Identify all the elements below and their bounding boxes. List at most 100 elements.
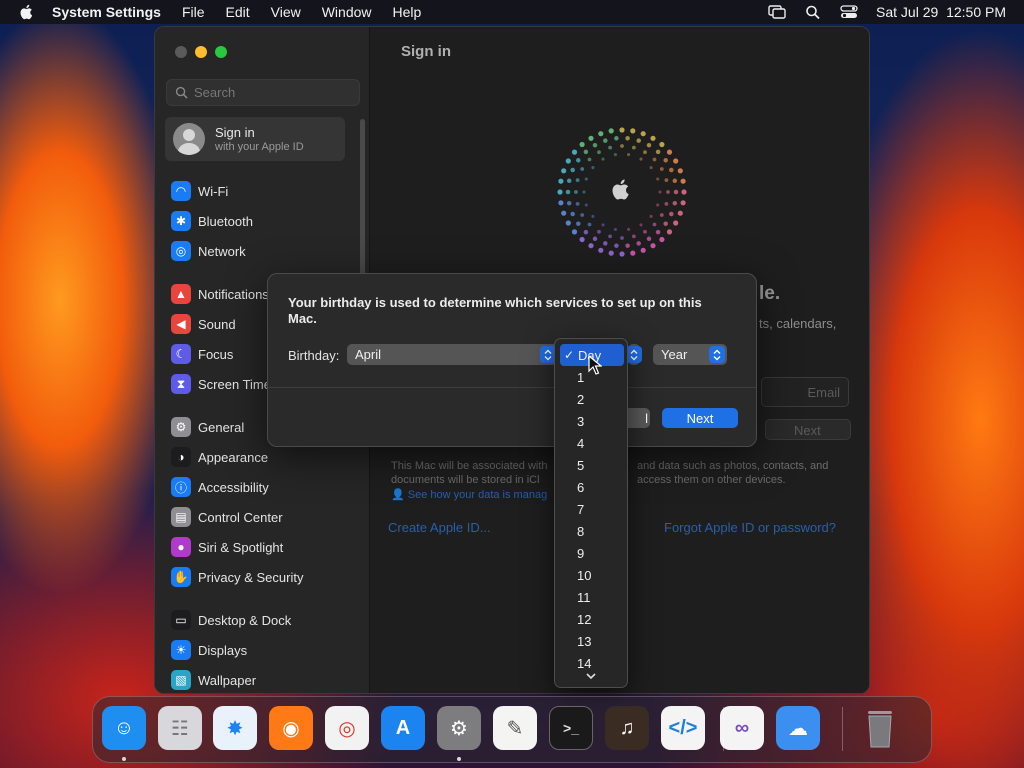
day-option[interactable]: 7 [560,498,624,520]
day-option[interactable]: 2 [560,388,624,410]
sidebar-item-control-center[interactable]: ▤ Control Center [171,506,283,528]
sidebar-item-screen-time[interactable]: ⧗ Screen Time [171,373,271,395]
dot [659,141,665,148]
zoom-window-button[interactable] [215,46,227,58]
control-center-icon[interactable] [840,4,858,20]
dot [646,142,652,148]
chevron-updown-icon [709,346,725,363]
sidebar-item-notifications[interactable]: ▲ Notifications [171,283,269,305]
sidebar-item-general[interactable]: ⚙ General [171,416,244,438]
dock-firefox-icon[interactable]: ◉ [269,706,313,750]
sidebar-item-wi-fi[interactable]: ◠ Wi-Fi [171,180,228,202]
menu-window[interactable]: Window [322,4,372,20]
dot [643,229,647,234]
menu-file[interactable]: File [182,4,205,20]
dock-app-store-icon[interactable]: A [381,706,425,750]
day-option[interactable]: 11 [560,586,624,608]
dock-finder-icon[interactable]: ☺ [102,706,146,750]
dock-chrome-icon[interactable]: ◎ [325,706,369,750]
day-option[interactable]: 4 [560,432,624,454]
dot [619,251,625,257]
day-option-label: 8 [577,523,585,539]
day-option[interactable]: 6 [560,476,624,498]
dock-visual-studio-icon[interactable]: ∞ [720,706,764,750]
dot [566,200,572,206]
spotlight-search-icon[interactable] [804,4,822,20]
dot [592,142,598,148]
sidebar-item-siri-spotlight[interactable]: ● Siri & Spotlight [171,536,283,558]
close-window-button[interactable] [175,46,187,58]
year-popup[interactable]: Year [653,344,727,365]
dock-terminal-icon[interactable]: >_ [549,706,593,750]
screen-mirroring-icon[interactable] [768,4,786,20]
dot [659,213,664,217]
dot [664,202,669,206]
dock-weather-icon[interactable]: ☁ [776,706,820,750]
chevron-updown-icon [626,346,642,363]
month-popup[interactable]: April [347,344,558,365]
info-icon: 👤 [391,489,408,501]
sidebar-item-accessibility[interactable]: ⓘ Accessibility [171,476,269,498]
sidebar-scrollbar[interactable] [360,119,365,279]
year-value: Year [661,347,688,362]
minimize-window-button[interactable] [195,46,207,58]
apple-menu-icon[interactable] [18,3,36,21]
sidebar-item-focus[interactable]: ☾ Focus [171,343,233,365]
day-option[interactable]: 3 [560,410,624,432]
dock-trash-icon[interactable] [858,706,902,750]
sidebar-item-desktop-dock[interactable]: ▭ Desktop & Dock [171,609,291,631]
dot [666,229,673,235]
email-field[interactable]: Email [761,377,849,407]
dot [655,229,661,235]
day-option[interactable]: 14 [560,652,624,674]
scroll-down-chevron-icon[interactable] [585,672,597,680]
sidebar-item-appearance[interactable]: ◑ Appearance [171,446,268,468]
dock-system-settings-icon[interactable]: ⚙ [437,706,481,750]
sidebar-item-network[interactable]: ◎ Network [171,240,246,262]
sidebar-apple-id-signin[interactable]: Sign in with your Apple ID [165,117,345,161]
day-popup[interactable] [626,344,642,365]
sidebar-item-displays[interactable]: ☀ Displays [171,639,247,661]
day-option-label: 12 [577,611,592,627]
sidebar-search[interactable] [166,79,360,106]
dialog-message: Your birthday is used to determine which… [288,295,702,326]
menu-view[interactable]: View [271,4,301,20]
day-option[interactable]: 10 [560,564,624,586]
birthday-label: Birthday: [288,348,340,363]
dot [652,222,657,227]
email-placeholder: Email [807,385,840,400]
dot [673,158,679,164]
dock-textedit-icon[interactable]: ✎ [493,706,537,750]
menu-edit[interactable]: Edit [226,4,250,20]
day-option[interactable]: 8 [560,520,624,542]
menu-app-name[interactable]: System Settings [52,4,161,20]
sidebar-item-bluetooth[interactable]: ✱ Bluetooth [171,210,253,232]
search-input[interactable] [194,85,344,100]
dot [650,135,656,141]
dot [630,128,636,134]
menu-help[interactable]: Help [393,4,422,20]
day-option[interactable]: 9 [560,542,624,564]
next-button[interactable]: Next [662,408,738,428]
menu-clock[interactable]: Sat Jul 29 12:50 PM [876,4,1006,20]
day-option[interactable]: 13 [560,630,624,652]
sidebar-item-privacy-security[interactable]: ✋ Privacy & Security [171,566,303,588]
dock-vscode-icon[interactable]: </> [661,706,705,750]
day-option[interactable]: 5 [560,454,624,476]
gear-icon: ⚙ [171,417,191,437]
sidebar-item-sound[interactable]: ◀ Sound [171,313,236,335]
dock-garageband-icon[interactable]: ♫ [605,706,649,750]
create-apple-id-link[interactable]: Create Apple ID... [388,520,491,535]
dock-safari-icon[interactable]: ✸ [213,706,257,750]
month-value: April [355,347,382,362]
sidebar-item-wallpaper[interactable]: ▧ Wallpaper [171,669,256,691]
next-disabled-button[interactable]: Next [765,419,851,440]
wifi-icon: ◠ [171,181,191,201]
forgot-apple-id-link[interactable]: Forgot Apple ID or password? [664,520,836,535]
dot [583,149,589,155]
dot [582,190,586,194]
dot [669,211,674,217]
fine-print-3-link[interactable]: 👤 See how your data is manag [391,488,547,501]
dock-launchpad-icon[interactable]: ☷ [158,706,202,750]
day-option[interactable]: 12 [560,608,624,630]
